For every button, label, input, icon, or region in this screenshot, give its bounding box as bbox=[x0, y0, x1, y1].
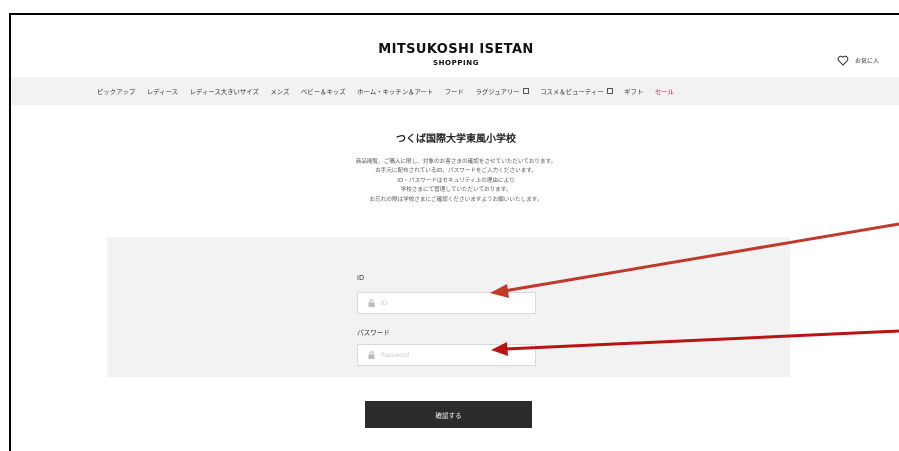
nav-item-baby-kids[interactable]: ベビー＆キッズ bbox=[301, 87, 346, 96]
nav-item-ladies[interactable]: レディース bbox=[147, 87, 178, 96]
nav-item-label: ギフト bbox=[624, 87, 644, 96]
heart-icon bbox=[837, 55, 849, 66]
category-nav: ピックアップ レディース レディース大きいサイズ メンズ ベビー＆キッズ ホーム… bbox=[11, 77, 899, 105]
login-form-panel: ID パスワード bbox=[107, 237, 790, 377]
favorites-label: お気に入 bbox=[855, 58, 880, 65]
nav-item-home-kitchen-art[interactable]: ホーム・キッチン＆アート bbox=[357, 87, 433, 96]
nav-item-label: レディース大きいサイズ bbox=[189, 87, 259, 96]
description-line: 学校さまにて管理していただいております。 bbox=[400, 187, 512, 194]
nav-item-gift[interactable]: ギフト bbox=[624, 87, 643, 96]
id-input[interactable] bbox=[381, 299, 521, 307]
nav-item-pickup[interactable]: ピックアップ bbox=[97, 87, 135, 96]
nav-item-label: セール bbox=[654, 87, 674, 96]
logo-main-text: MITSUKOSHI ISETAN bbox=[378, 42, 534, 57]
description-text: 商品閲覧、ご購入に限し、対象のお客さまの確認をさせていただいております。 お手元… bbox=[11, 158, 899, 205]
logo-sub-text: SHOPPING bbox=[432, 59, 480, 67]
description-line: お忘れの際は学校さまにご確認くださいますようお願いいたします。 bbox=[369, 196, 543, 203]
nav-item-label: フード bbox=[444, 87, 464, 96]
nav-item-label: ホーム・キッチン＆アート bbox=[357, 87, 434, 96]
nav-item-food[interactable]: フード bbox=[445, 87, 464, 96]
nav-item-label: レディース bbox=[146, 87, 179, 96]
external-link-icon bbox=[522, 88, 529, 94]
nav-item-label: ラグジュアリー bbox=[475, 87, 520, 96]
lock-icon bbox=[368, 351, 375, 359]
description-line: お手元に配布されているID、パスワードをご入力くださいます。 bbox=[375, 168, 537, 175]
browser-viewport: MITSUKOSHI ISETAN SHOPPING お気に入 ピックアップ レ… bbox=[9, 13, 899, 451]
nav-item-sale[interactable]: セール bbox=[655, 87, 674, 96]
id-label: ID bbox=[357, 274, 365, 282]
password-label: パスワード bbox=[357, 329, 390, 337]
nav-item-label: メンズ bbox=[270, 87, 290, 96]
page-title: つくば国際大学東風小学校 bbox=[396, 134, 516, 145]
nav-item-cosme-beauty[interactable]: コスメ＆ビューティー bbox=[540, 87, 613, 96]
description-line: ID・パスワードはセキュリティ上の理由により bbox=[397, 177, 515, 184]
password-field[interactable] bbox=[357, 344, 536, 366]
nav-item-luxury[interactable]: ラグジュアリー bbox=[475, 87, 529, 96]
nav-item-label: ピックアップ bbox=[97, 87, 136, 96]
external-link-icon bbox=[606, 88, 613, 94]
favorites-link[interactable]: お気に入 bbox=[837, 55, 879, 66]
nav-item-label: ベビー＆キッズ bbox=[300, 87, 346, 96]
lock-icon bbox=[368, 299, 375, 307]
nav-item-ladies-large-sizes[interactable]: レディース大きいサイズ bbox=[190, 87, 259, 96]
nav-item-label: コスメ＆ビューティー bbox=[540, 87, 604, 96]
description-line: 商品閲覧、ご購入に限し、対象のお客さまの確認をさせていただいております。 bbox=[355, 159, 557, 165]
site-logo[interactable]: MITSUKOSHI ISETAN SHOPPING bbox=[11, 43, 899, 68]
confirm-button[interactable]: 確認する bbox=[365, 401, 532, 428]
id-field[interactable] bbox=[357, 292, 536, 314]
password-input[interactable] bbox=[381, 351, 521, 359]
nav-item-mens[interactable]: メンズ bbox=[270, 87, 289, 96]
